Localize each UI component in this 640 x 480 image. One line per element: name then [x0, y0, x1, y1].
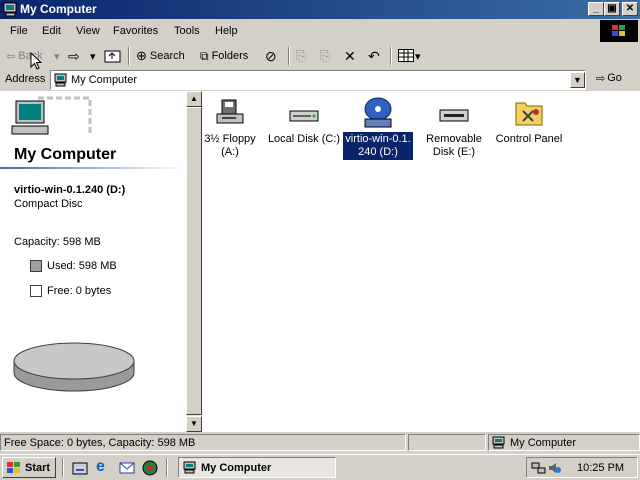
go-label: Go [607, 72, 622, 84]
status-bar: Free Space: 0 bytes, Capacity: 598 MB My… [0, 432, 640, 452]
status-zone-pane: My Computer [488, 434, 640, 451]
system-tray: 10:25 PM [526, 457, 638, 478]
start-button[interactable]: Start [2, 457, 56, 478]
search-button[interactable]: ⊕ Search [136, 46, 185, 66]
undo-icon[interactable]: ↶ [368, 46, 380, 66]
drive-label: Removable Disk (E:) [426, 133, 482, 158]
taskbar-my-computer-button[interactable]: My Computer [178, 457, 336, 478]
clock[interactable]: 10:25 PM [577, 462, 624, 474]
my-computer-small-icon [54, 73, 67, 87]
used-text: Used: 598 MB [47, 260, 117, 272]
folders-label: Folders [211, 50, 249, 62]
capacity-text: Capacity: 598 MB [14, 236, 101, 248]
drive-label: 3½ Floppy (A:) [204, 133, 256, 158]
windows-logo [600, 20, 638, 42]
disk-usage-pie [13, 342, 135, 392]
views-icon[interactable] [398, 49, 414, 62]
history-icon[interactable]: ⊘ [265, 46, 277, 66]
network-icon[interactable] [531, 461, 547, 475]
drive-cd-d[interactable]: virtio-win-0.1. 240 (D:) [338, 97, 418, 160]
show-desktop-icon[interactable] [72, 460, 88, 476]
back-arrow-icon: ⇦ [6, 50, 16, 63]
address-dropdown-button[interactable]: ▼ [570, 72, 585, 88]
folders-button[interactable]: ⧉ Folders [200, 46, 248, 66]
go-arrow-icon: ⇨ [596, 73, 606, 85]
menu-tools[interactable]: Tools [174, 25, 200, 37]
outlook-express-icon[interactable] [119, 460, 135, 476]
views-dropdown-icon[interactable]: ▾ [415, 46, 421, 66]
selected-item-type: Compact Disc [14, 198, 83, 210]
cd-drive-icon [364, 97, 392, 128]
forward-dropdown-icon[interactable]: ▾ [90, 46, 96, 66]
windows-flag-icon [7, 461, 20, 473]
address-label: Address [5, 73, 46, 85]
drive-label: virtio-win-0.1. 240 (D:) [343, 132, 413, 160]
my-computer-small-icon [492, 436, 505, 449]
free-swatch [30, 285, 42, 297]
up-folder-icon[interactable] [104, 48, 122, 64]
status-blank-pane [408, 434, 486, 451]
title-bar[interactable]: My Computer _ ▣ ✕ [0, 0, 640, 19]
delete-icon[interactable]: ✕ [344, 46, 356, 66]
drive-floppy-a[interactable]: 3½ Floppy (A:) [190, 97, 270, 160]
removable-disk-icon [439, 109, 469, 122]
internet-explorer-icon[interactable]: e [96, 458, 105, 476]
sidebar-heading: My Computer [14, 146, 117, 163]
used-swatch [30, 260, 42, 272]
hard-disk-icon [289, 110, 319, 122]
status-text: Free Space: 0 bytes, Capacity: 598 MB [0, 434, 406, 451]
control-panel-icon [515, 102, 543, 126]
search-icon: ⊕ [136, 48, 147, 63]
control-panel-item[interactable]: Control Panel [489, 97, 569, 147]
folders-icon: ⧉ [200, 48, 209, 63]
toolbar: ⇦ Back ▾ ⇨ ▾ ⊕ Search ⧉ Folders ⊘ ⎘ ⎘ ✕ … [0, 43, 640, 70]
copy-to-icon[interactable]: ⎘ [320, 46, 330, 66]
menu-help[interactable]: Help [215, 25, 238, 37]
drive-removable-e[interactable]: Removable Disk (E:) [414, 97, 494, 160]
menu-file[interactable]: File [10, 25, 28, 37]
address-bar: Address My Computer ▼ ⇨ Go [0, 69, 640, 91]
drive-label: Local Disk (C:) [267, 133, 341, 145]
close-button[interactable]: ✕ [622, 2, 638, 16]
menu-view[interactable]: View [76, 25, 100, 37]
volume-icon[interactable] [547, 461, 561, 475]
heading-divider [0, 167, 186, 169]
selected-item-name: virtio-win-0.1.240 (D:) [14, 184, 126, 196]
back-dropdown-icon[interactable]: ▾ [54, 46, 60, 66]
window-title: My Computer [20, 2, 97, 16]
address-value: My Computer [71, 74, 138, 86]
minimize-button[interactable]: _ [588, 2, 604, 16]
search-label: Search [149, 50, 185, 62]
drive-local-c[interactable]: Local Disk (C:) [264, 97, 344, 147]
taskbar-task-label: My Computer [201, 461, 272, 474]
file-view: 3½ Floppy (A:) Local Disk (C:) virtio-win… [202, 91, 640, 432]
my-computer-large-icon [11, 96, 92, 135]
scroll-down-button[interactable]: ▼ [186, 416, 202, 432]
start-label: Start [25, 461, 51, 474]
maximize-button[interactable]: ▣ [604, 2, 620, 16]
free-text: Free: 0 bytes [47, 285, 112, 297]
drive-label: Control Panel [495, 133, 563, 145]
media-player-icon[interactable] [142, 460, 158, 476]
taskbar: Start e My Computer 10:25 PM [0, 454, 640, 480]
status-zone-text: My Computer [510, 436, 577, 449]
move-to-icon[interactable]: ⎘ [296, 46, 306, 66]
menu-edit[interactable]: Edit [42, 25, 61, 37]
go-button[interactable]: ⇨ Go [596, 72, 622, 85]
my-computer-small-icon [183, 461, 196, 474]
my-computer-icon [3, 2, 17, 17]
address-field[interactable]: My Computer ▼ [50, 70, 586, 90]
info-pane: My Computer virtio-win-0.1.240 (D:) Comp… [0, 91, 186, 432]
forward-arrow-icon[interactable]: ⇨ [68, 46, 80, 66]
menu-bar: File Edit View Favorites Tools Help [0, 19, 640, 43]
menu-favorites[interactable]: Favorites [113, 25, 158, 37]
floppy-drive-icon [216, 99, 244, 124]
